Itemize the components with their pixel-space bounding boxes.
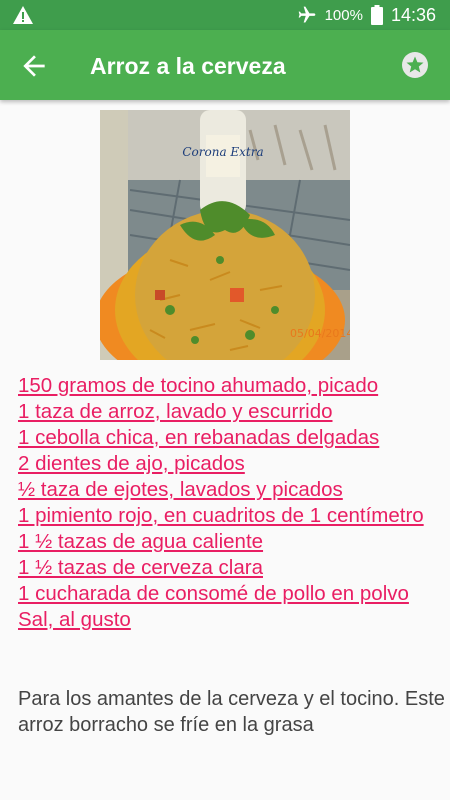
ingredient-link[interactable]: 1 ½ tazas de agua caliente bbox=[18, 529, 446, 555]
ingredient-link[interactable]: 1 cucharada de consomé de pollo en polvo bbox=[18, 581, 446, 607]
ingredient-link[interactable]: 150 gramos de tocino ahumado, picado bbox=[18, 373, 446, 399]
photo-date-stamp: 05/04/2014 bbox=[290, 327, 350, 340]
back-arrow-icon[interactable] bbox=[18, 50, 50, 82]
page-title: Arroz a la cerveza bbox=[90, 53, 286, 79]
recipe-photo: Corona Extra 05/04/2014 bbox=[100, 110, 350, 360]
ingredient-link[interactable]: 2 dientes de ajo, picados bbox=[18, 451, 446, 477]
favorite-star-icon[interactable] bbox=[400, 50, 430, 80]
ingredient-list: 150 gramos de tocino ahumado, picado 1 t… bbox=[18, 373, 446, 633]
battery-icon bbox=[370, 5, 383, 25]
ingredient-link[interactable]: 1 cebolla chica, en rebanadas delgadas bbox=[18, 425, 446, 451]
bottle-label: Corona Extra bbox=[182, 145, 263, 159]
ingredient-link[interactable]: 1 taza de arroz, lavado y escurrido bbox=[18, 399, 446, 425]
airplane-mode-icon bbox=[298, 6, 315, 23]
battery-percentage: 100% bbox=[324, 6, 363, 24]
ingredient-link[interactable]: 1 pimiento rojo, en cuadritos de 1 centí… bbox=[18, 503, 446, 529]
warning-icon bbox=[13, 6, 33, 24]
recipe-description: Para los amantes de la cerveza y el toci… bbox=[18, 688, 445, 736]
app-bar: Arroz a la cerveza bbox=[0, 30, 450, 100]
ingredient-link[interactable]: Sal, al gusto bbox=[18, 607, 446, 633]
status-bar: 100% 14:36 bbox=[0, 0, 450, 30]
clock-time: 14:36 bbox=[390, 4, 436, 25]
ingredient-link[interactable]: ½ taza de ejotes, lavados y picados bbox=[18, 477, 446, 503]
ingredient-link[interactable]: 1 ½ tazas de cerveza clara bbox=[18, 555, 446, 581]
